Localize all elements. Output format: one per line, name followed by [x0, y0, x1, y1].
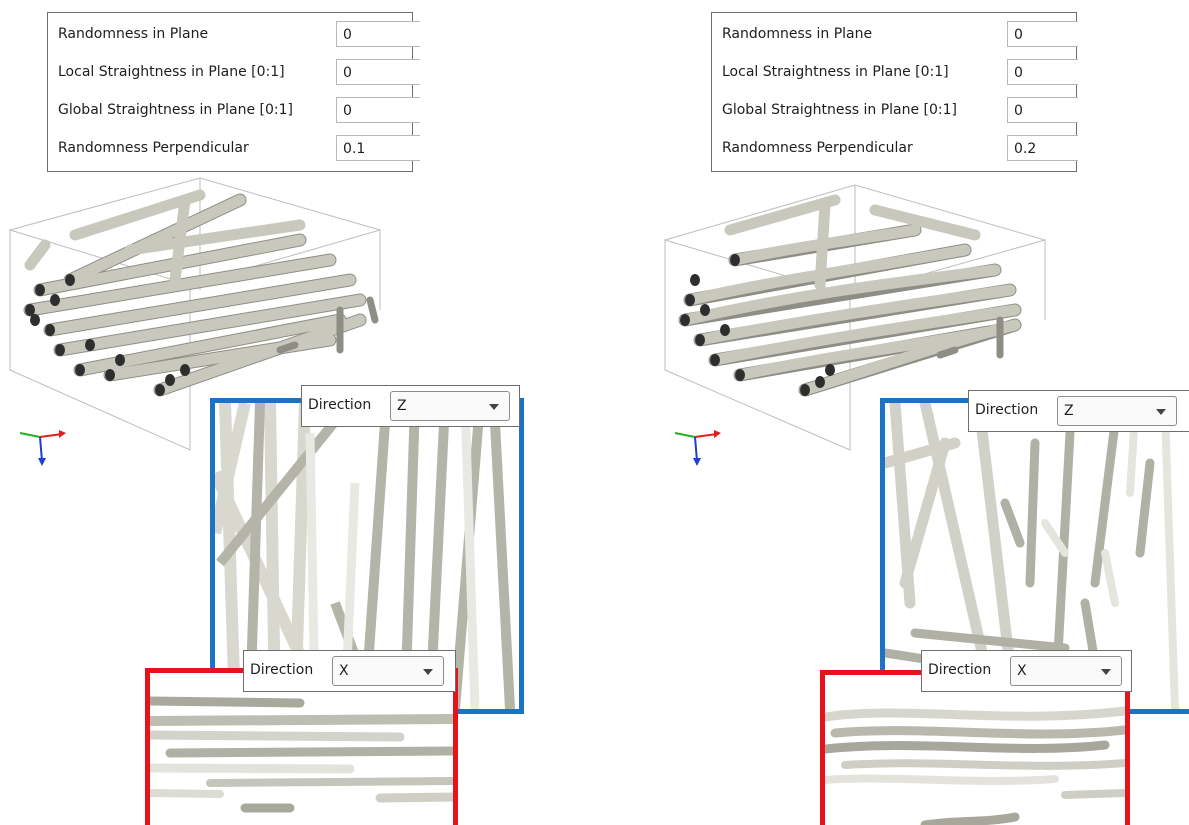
- figure-left: Randomness in Plane 0 Local Straightness…: [0, 0, 594, 825]
- local-straightness-input[interactable]: 0: [336, 59, 420, 85]
- param-label: Local Straightness in Plane [0:1]: [722, 64, 949, 80]
- orientation-axes-icon: [19, 430, 66, 466]
- param-row-local-straightness: Local Straightness in Plane [0:1] 0: [712, 55, 1078, 89]
- randomness-perpendicular-input[interactable]: 0.1: [336, 135, 420, 161]
- direction-z-control: Direction Z: [301, 385, 520, 427]
- slice-x-fibers: [825, 706, 1125, 825]
- local-straightness-input[interactable]: 0: [1007, 59, 1078, 85]
- fiber-bundle: [678, 194, 1022, 397]
- param-row-randomness-in-plane: Randomness in Plane 0: [48, 17, 420, 51]
- param-label: Randomness Perpendicular: [722, 140, 913, 156]
- direction-value: Z: [1064, 403, 1074, 419]
- chevron-down-icon: [423, 669, 433, 675]
- direction-value: X: [1017, 663, 1027, 679]
- direction-x-control: Direction X: [921, 650, 1132, 692]
- fiber-bundle: [23, 189, 379, 397]
- direction-x-select[interactable]: X: [332, 656, 444, 686]
- chevron-down-icon: [1156, 409, 1166, 415]
- chevron-down-icon: [1101, 669, 1111, 675]
- global-straightness-input[interactable]: 0: [336, 97, 420, 123]
- param-row-randomness-perpendicular: Randomness Perpendicular 0.2: [712, 131, 1078, 165]
- direction-z-control: Direction Z: [968, 390, 1189, 432]
- direction-label: Direction: [975, 402, 1039, 418]
- direction-value: X: [339, 663, 349, 679]
- direction-z-select[interactable]: Z: [1057, 396, 1177, 426]
- param-label: Randomness in Plane: [58, 26, 209, 42]
- direction-x-select[interactable]: X: [1010, 656, 1122, 686]
- global-straightness-input[interactable]: 0: [1007, 97, 1078, 123]
- parameter-panel: Randomness in Plane 0 Local Straightness…: [47, 12, 420, 172]
- param-label: Randomness in Plane: [722, 26, 873, 42]
- randomness-perpendicular-input[interactable]: 0.2: [1007, 135, 1078, 161]
- param-label: Global Straightness in Plane [0:1]: [722, 102, 957, 118]
- randomness-in-plane-input[interactable]: 0: [1007, 21, 1078, 47]
- direction-label: Direction: [928, 662, 992, 678]
- randomness-in-plane-input[interactable]: 0: [336, 21, 420, 47]
- param-label: Global Straightness in Plane [0:1]: [58, 102, 293, 118]
- param-row-randomness-perpendicular: Randomness Perpendicular 0.1: [48, 131, 420, 165]
- direction-z-select[interactable]: Z: [390, 391, 510, 421]
- direction-label: Direction: [308, 397, 372, 413]
- direction-label: Direction: [250, 662, 314, 678]
- param-row-randomness-in-plane: Randomness in Plane 0: [712, 17, 1078, 51]
- param-label: Local Straightness in Plane [0:1]: [58, 64, 285, 80]
- orientation-axes-icon: [674, 430, 721, 466]
- slice-x-fibers: [150, 696, 453, 813]
- direction-value: Z: [397, 398, 407, 414]
- chevron-down-icon: [489, 404, 499, 410]
- param-row-global-straightness: Global Straightness in Plane [0:1] 0: [712, 93, 1078, 127]
- param-row-global-straightness: Global Straightness in Plane [0:1] 0: [48, 93, 420, 127]
- param-row-local-straightness: Local Straightness in Plane [0:1] 0: [48, 55, 420, 89]
- slice-x-view[interactable]: [820, 670, 1130, 825]
- param-label: Randomness Perpendicular: [58, 140, 249, 156]
- parameter-panel: Randomness in Plane 0 Local Straightness…: [711, 12, 1078, 172]
- figure-right: Randomness in Plane 0 Local Straightness…: [655, 0, 1189, 825]
- direction-x-control: Direction X: [243, 650, 456, 692]
